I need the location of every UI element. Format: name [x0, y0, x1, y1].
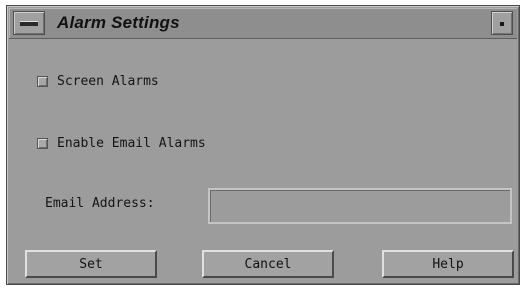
email-address-label: Email Address:	[45, 196, 155, 211]
help-button[interactable]: Help	[382, 250, 514, 278]
cancel-button[interactable]: Cancel	[202, 250, 334, 278]
enable-email-alarms-checkbox[interactable]	[37, 138, 48, 149]
enable-email-alarms-option[interactable]: Enable Email Alarms	[37, 136, 206, 151]
minimize-icon	[500, 22, 504, 26]
minimize-button[interactable]	[491, 11, 513, 35]
email-address-input[interactable]	[208, 188, 512, 224]
title-bar[interactable]: Alarm Settings	[9, 8, 517, 39]
window-menu-icon	[20, 21, 38, 26]
enable-email-alarms-label: Enable Email Alarms	[57, 136, 206, 151]
screen-alarms-option[interactable]: Screen Alarms	[37, 74, 159, 89]
screen-alarms-label: Screen Alarms	[57, 74, 159, 89]
screen-alarms-checkbox[interactable]	[37, 76, 48, 87]
window-menu-button[interactable]	[13, 11, 45, 35]
set-button[interactable]: Set	[25, 250, 157, 278]
alarm-settings-window: Alarm Settings Screen Alarms Enable Emai…	[6, 5, 520, 285]
dialog-content: Screen Alarms Enable Email Alarms Email …	[9, 40, 517, 280]
window-title: Alarm Settings	[57, 13, 180, 32]
